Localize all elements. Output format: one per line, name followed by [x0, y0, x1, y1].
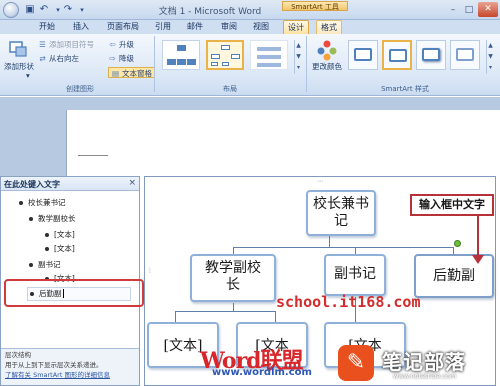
watermark-school: school.it168.com	[276, 293, 421, 311]
page-margin-mark	[78, 155, 108, 156]
layout-option-hierarchy-selected[interactable]	[206, 40, 244, 70]
callout-arrow	[477, 216, 479, 259]
text-pane-button[interactable]: ▤ 文本窗格	[108, 67, 155, 78]
notetribe-logo-icon: ✎	[338, 345, 374, 381]
watermark-notetribe-name: 笔记部落	[382, 350, 466, 374]
change-colors-icon[interactable]	[316, 39, 338, 61]
tab-review[interactable]: 审阅	[214, 20, 244, 34]
style-option-1[interactable]	[348, 40, 378, 70]
tab-mailings[interactable]: 邮件	[182, 20, 208, 34]
group-divider	[154, 36, 155, 92]
undo-icon[interactable]: ↶	[38, 4, 50, 16]
text-pane-item[interactable]: [文本]	[45, 244, 75, 254]
tab-insert[interactable]: 插入	[66, 20, 96, 34]
text-pane-title: 在此处键入文字	[4, 180, 60, 189]
bullet-icon	[29, 263, 33, 267]
text-pane-header: 在此处键入文字 ×	[1, 177, 139, 191]
style-gallery-scroll[interactable]: ▲ ▼ ▾	[486, 40, 494, 74]
customize-toolbar-icon[interactable]: ▾	[76, 4, 88, 16]
watermark-notetribe-url: www.notetribe.com	[393, 372, 457, 380]
smartart-tools-label: SmartArt 工具	[282, 1, 348, 11]
demote-icon: ⇨	[109, 54, 116, 63]
smartart-node-root[interactable]: 校长兼书 记	[306, 190, 376, 236]
redo-icon[interactable]: ↷	[62, 4, 74, 16]
save-icon[interactable]: ▣	[24, 4, 36, 16]
group-divider	[306, 36, 307, 92]
frame-resize-handle[interactable]: ⋯	[317, 178, 323, 185]
tab-references[interactable]: 引用	[150, 20, 176, 34]
style-option-4[interactable]	[450, 40, 480, 70]
highlight-box	[4, 279, 144, 307]
text-pane-item[interactable]: 副书记	[29, 260, 61, 270]
text-pane-item[interactable]: 校长兼书记	[19, 198, 66, 208]
footer-description: 用于从上到下显示层次关系递进。	[5, 361, 103, 369]
layout-option-hierarchy-3[interactable]	[250, 40, 288, 70]
tab-view[interactable]: 视图	[246, 20, 276, 34]
close-button[interactable]: ✕	[478, 2, 498, 17]
learn-more-link[interactable]: 了解有关 SmartArt 图形的详细信息	[5, 371, 110, 380]
bullet-icon	[19, 201, 23, 205]
connector-line	[329, 235, 330, 247]
add-shape-dropdown-icon[interactable]: ▾	[26, 70, 30, 81]
tab-home[interactable]: 开始	[32, 20, 62, 34]
promote-button[interactable]: ⇦ 升级	[108, 39, 134, 50]
smartart-styles-group-label: SmartArt 样式	[381, 85, 429, 93]
close-icon[interactable]: ×	[128, 178, 136, 188]
smartart-node-child-2[interactable]: 副书记	[324, 254, 386, 296]
connector-line	[175, 311, 275, 312]
connector-line	[233, 247, 453, 248]
text-pane-footer: 层次结构 用于从上到下显示层次关系递进。 了解有关 SmartArt 图形的详细…	[1, 348, 139, 385]
text-pane-item[interactable]: [文本]	[45, 230, 75, 240]
add-shape-icon[interactable]	[8, 40, 28, 58]
window-title: 文档 1 - Microsoft Word	[158, 7, 262, 17]
tab-format[interactable]: 格式	[316, 20, 342, 34]
maximize-button[interactable]: □	[462, 3, 476, 17]
add-bullet-button[interactable]: ☰ 添加项目符号	[38, 39, 94, 50]
tab-page-layout[interactable]: 页面布局	[100, 20, 146, 34]
layout-option-hierarchy-1[interactable]	[162, 40, 200, 70]
demote-button[interactable]: ⇨ 降级	[108, 53, 134, 64]
layout-group-label: 布局	[223, 85, 237, 93]
style-option-2-selected[interactable]	[382, 40, 412, 70]
layout-gallery-scroll[interactable]: ▲ ▼ ▾	[294, 40, 302, 74]
tab-design[interactable]: 设计	[283, 20, 309, 34]
office-button-icon[interactable]	[3, 2, 19, 18]
right-to-left-icon: ⇄	[39, 54, 46, 63]
bullet-list-icon: ☰	[39, 40, 46, 49]
smartart-node-child-1[interactable]: 教学副校 长	[190, 254, 276, 302]
style-option-3[interactable]	[416, 40, 446, 70]
text-pane-icon: ▤	[111, 69, 120, 78]
bullet-icon	[45, 233, 49, 237]
ribbon-tabs: 开始 插入 页面布局 引用 邮件 审阅 视图 设计 格式	[0, 20, 500, 34]
watermark-word-url: www.wordlm.com	[212, 367, 312, 378]
arrow-down-icon	[472, 255, 484, 264]
right-to-left-button[interactable]: ⇄ 从右向左	[38, 53, 79, 64]
rotation-handle[interactable]	[454, 240, 461, 247]
create-graphic-group-label: 创建图形	[66, 85, 94, 93]
callout-label: 输入框中文字	[410, 194, 494, 216]
connector-line	[233, 303, 234, 311]
ribbon: 添加形状 ▾ ☰ 添加项目符号 ⇄ 从右向左 ⇦ 升级 ⇨ 降级 ▤ 文本窗格 创建图形 …	[0, 34, 500, 96]
change-colors-button[interactable]: 更改颜色	[312, 61, 342, 72]
promote-icon: ⇦	[109, 40, 116, 49]
text-pane-item[interactable]: 教学副校长	[29, 214, 76, 224]
bullet-icon	[29, 217, 33, 221]
bullet-icon	[45, 247, 49, 251]
minimize-button[interactable]: –	[446, 3, 460, 17]
frame-resize-handle[interactable]: ⋮	[147, 267, 153, 274]
footer-layout-name: 层次结构	[5, 351, 31, 359]
